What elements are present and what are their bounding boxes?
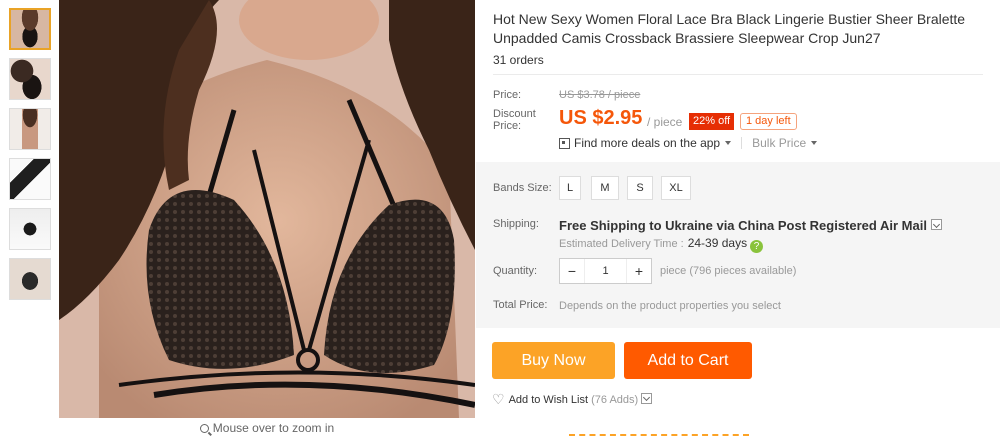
bulk-price-link[interactable]: Bulk Price bbox=[752, 136, 806, 150]
shipping-label: Shipping: bbox=[493, 218, 539, 230]
total-price-value: Depends on the product properties you se… bbox=[559, 300, 781, 312]
quantity-stepper: − 1 + bbox=[559, 258, 652, 284]
divider bbox=[741, 137, 743, 149]
size-option-m[interactable]: M bbox=[591, 176, 619, 200]
current-price: US $2.95 bbox=[559, 107, 643, 129]
thumbnail-1[interactable] bbox=[9, 8, 51, 50]
divider bbox=[493, 74, 983, 75]
buy-now-button[interactable]: Buy Now bbox=[492, 342, 615, 379]
add-to-wishlist-link[interactable]: Add to Wish List bbox=[509, 394, 588, 406]
main-product-image[interactable] bbox=[59, 0, 475, 418]
quantity-label: Quantity: bbox=[493, 265, 538, 277]
bands-size-label: Bands Size: bbox=[493, 182, 552, 194]
app-deals-row: Find more deals on the app Bulk Price bbox=[559, 136, 818, 150]
wishlist-dropdown-icon[interactable] bbox=[641, 393, 653, 404]
chevron-down-icon[interactable] bbox=[725, 141, 732, 145]
thumbnail-4[interactable] bbox=[9, 158, 51, 200]
original-price: US $3.78 / piece bbox=[559, 89, 641, 101]
section-stub bbox=[569, 434, 749, 438]
price-label: Price: bbox=[493, 89, 522, 101]
app-deals-link[interactable]: Find more deals on the app bbox=[574, 136, 720, 150]
price-unit: / piece bbox=[647, 115, 683, 129]
chevron-down-icon[interactable] bbox=[811, 141, 818, 145]
size-option-l[interactable]: L bbox=[559, 176, 581, 200]
zoom-hint: Mouse over to zoom in bbox=[59, 421, 475, 435]
delivery-estimate: Estimated Delivery Time :24-39 days? bbox=[559, 236, 764, 253]
add-to-cart-button[interactable]: Add to Cart bbox=[624, 342, 752, 379]
wishlist-row: ♡ Add to Wish List (76 Adds) bbox=[492, 391, 653, 408]
minus-button[interactable]: − bbox=[560, 259, 584, 283]
size-option-s[interactable]: S bbox=[627, 176, 653, 200]
wishlist-count: (76 Adds) bbox=[591, 394, 639, 406]
thumbnail-3[interactable] bbox=[9, 108, 51, 150]
shipping-method: Free Shipping to Ukraine via China Post … bbox=[559, 218, 942, 233]
help-icon[interactable]: ? bbox=[750, 240, 764, 253]
plus-button[interactable]: + bbox=[627, 259, 651, 283]
thumbnail-2[interactable] bbox=[9, 58, 51, 100]
thumbnail-6[interactable] bbox=[9, 258, 51, 300]
product-title: Hot New Sexy Women Floral Lace Bra Black… bbox=[493, 11, 966, 46]
size-option-xl[interactable]: XL bbox=[661, 176, 691, 200]
heart-icon[interactable]: ♡ bbox=[492, 391, 505, 408]
availability-text: piece (796 pieces available) bbox=[660, 265, 797, 277]
magnifier-icon bbox=[199, 424, 209, 433]
total-price-label: Total Price: bbox=[493, 299, 548, 311]
shipping-dropdown-icon[interactable] bbox=[930, 219, 942, 230]
qr-code-icon bbox=[559, 138, 570, 149]
discount-price-label: Discount Price: bbox=[493, 108, 536, 132]
discount-badge: 22% off bbox=[689, 113, 735, 130]
time-left-badge: 1 day left bbox=[740, 113, 797, 130]
thumbnail-5[interactable] bbox=[9, 208, 51, 250]
order-count[interactable]: 31 orders bbox=[493, 53, 544, 67]
quantity-input[interactable]: 1 bbox=[584, 259, 627, 283]
thumbnail-strip bbox=[9, 8, 51, 308]
